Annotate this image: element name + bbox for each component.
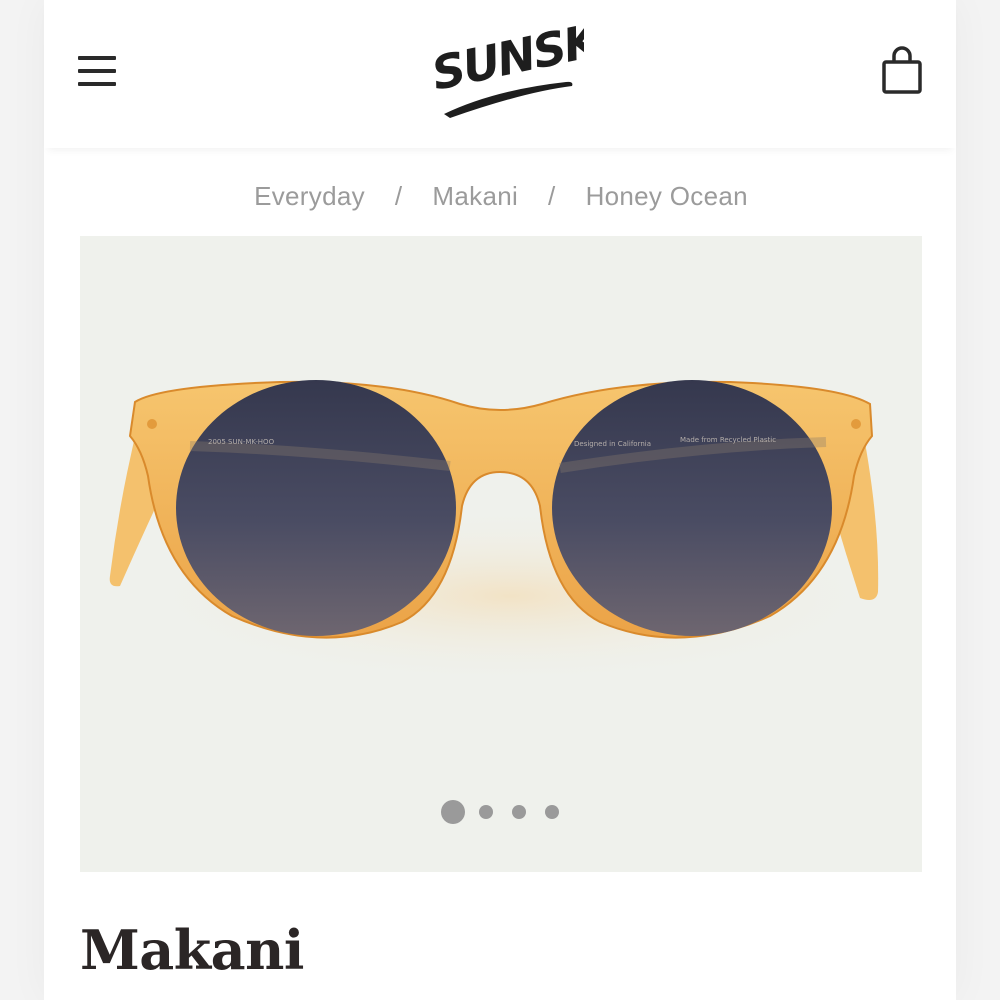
breadcrumb-separator: / — [548, 180, 556, 211]
shopping-bag-icon[interactable] — [880, 46, 924, 98]
breadcrumb-item-everyday[interactable]: Everyday — [254, 181, 365, 212]
sunski-logo[interactable]: SUNSKI — [424, 10, 619, 120]
breadcrumb-item-honey-ocean: Honey Ocean — [585, 180, 748, 211]
sunglasses-image: 2005 SUN-MK-HOO Designed in California M… — [109, 380, 890, 686]
carousel-dot-2[interactable] — [479, 805, 493, 819]
product-title: Makani — [80, 918, 304, 982]
hamburger-menu-icon[interactable] — [78, 54, 118, 90]
carousel-dot-1[interactable] — [441, 800, 465, 824]
temple-print-right-2: Made from Recycled Plastic — [680, 436, 776, 444]
temple-print-left: 2005 SUN-MK-HOO — [208, 438, 275, 446]
breadcrumb-item-makani[interactable]: Makani — [432, 181, 518, 212]
carousel-dot-3[interactable] — [512, 805, 526, 819]
carousel-dots — [0, 800, 1000, 824]
temple-print-right-1: Designed in California — [574, 440, 651, 448]
carousel-dot-4[interactable] — [545, 805, 559, 819]
site-header: SUNSKI — [44, 0, 956, 148]
logo-wordmark: SUNSKI — [427, 24, 584, 101]
breadcrumb: Everyday / Makani / Honey Ocean — [80, 176, 922, 216]
breadcrumb-separator: / — [394, 180, 403, 211]
product-image-carousel[interactable]: 2005 SUN-MK-HOO Designed in California M… — [80, 236, 922, 872]
